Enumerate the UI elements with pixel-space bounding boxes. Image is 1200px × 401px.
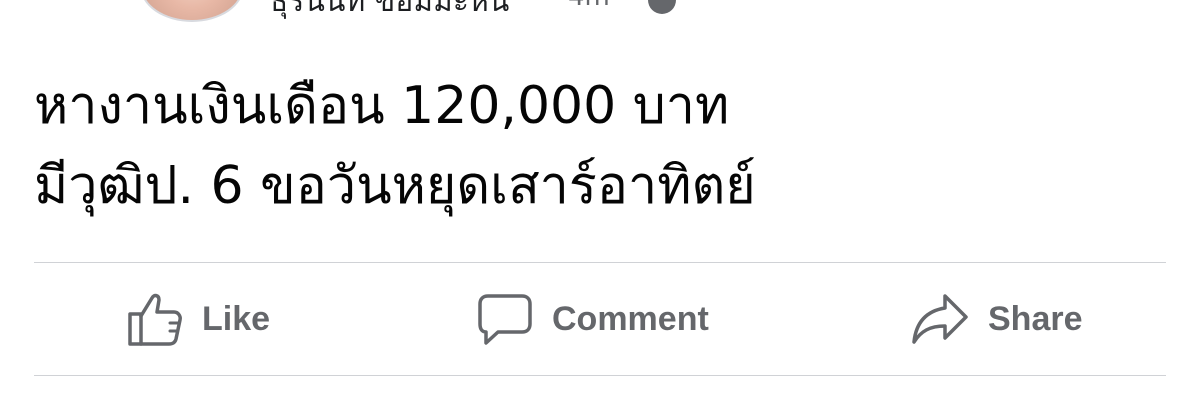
share-label: Share — [988, 299, 1083, 338]
post-body: หางานเงินเดือน 120,000 บาท มีวุฒิป. 6 ขอ… — [34, 66, 1174, 226]
comment-label: Comment — [552, 299, 709, 338]
post-time[interactable]: 4m — [568, 0, 610, 12]
divider — [34, 375, 1166, 376]
share-icon — [910, 290, 970, 348]
comment-button[interactable]: Comment — [476, 289, 709, 349]
like-label: Like — [202, 299, 271, 338]
like-button[interactable]: Like — [126, 289, 270, 349]
globe-icon — [648, 0, 676, 14]
post-actions: Like Comment Share — [34, 263, 1166, 375]
comment-icon — [476, 290, 534, 348]
post-header: ธุรนันท์ ขอมมะหัน 4m — [0, 0, 1200, 30]
avatar[interactable] — [140, 0, 244, 22]
post-text-line: มีวุฒิป. 6 ขอวันหยุดเสาร์อาทิตย์ — [34, 156, 756, 216]
post-text-line: หางานเงินเดือน 120,000 บาท — [34, 76, 730, 136]
share-button[interactable]: Share — [910, 289, 1083, 349]
author-name[interactable]: ธุรนันท์ ขอมมะหัน — [270, 0, 509, 25]
thumbs-up-icon — [126, 290, 184, 348]
